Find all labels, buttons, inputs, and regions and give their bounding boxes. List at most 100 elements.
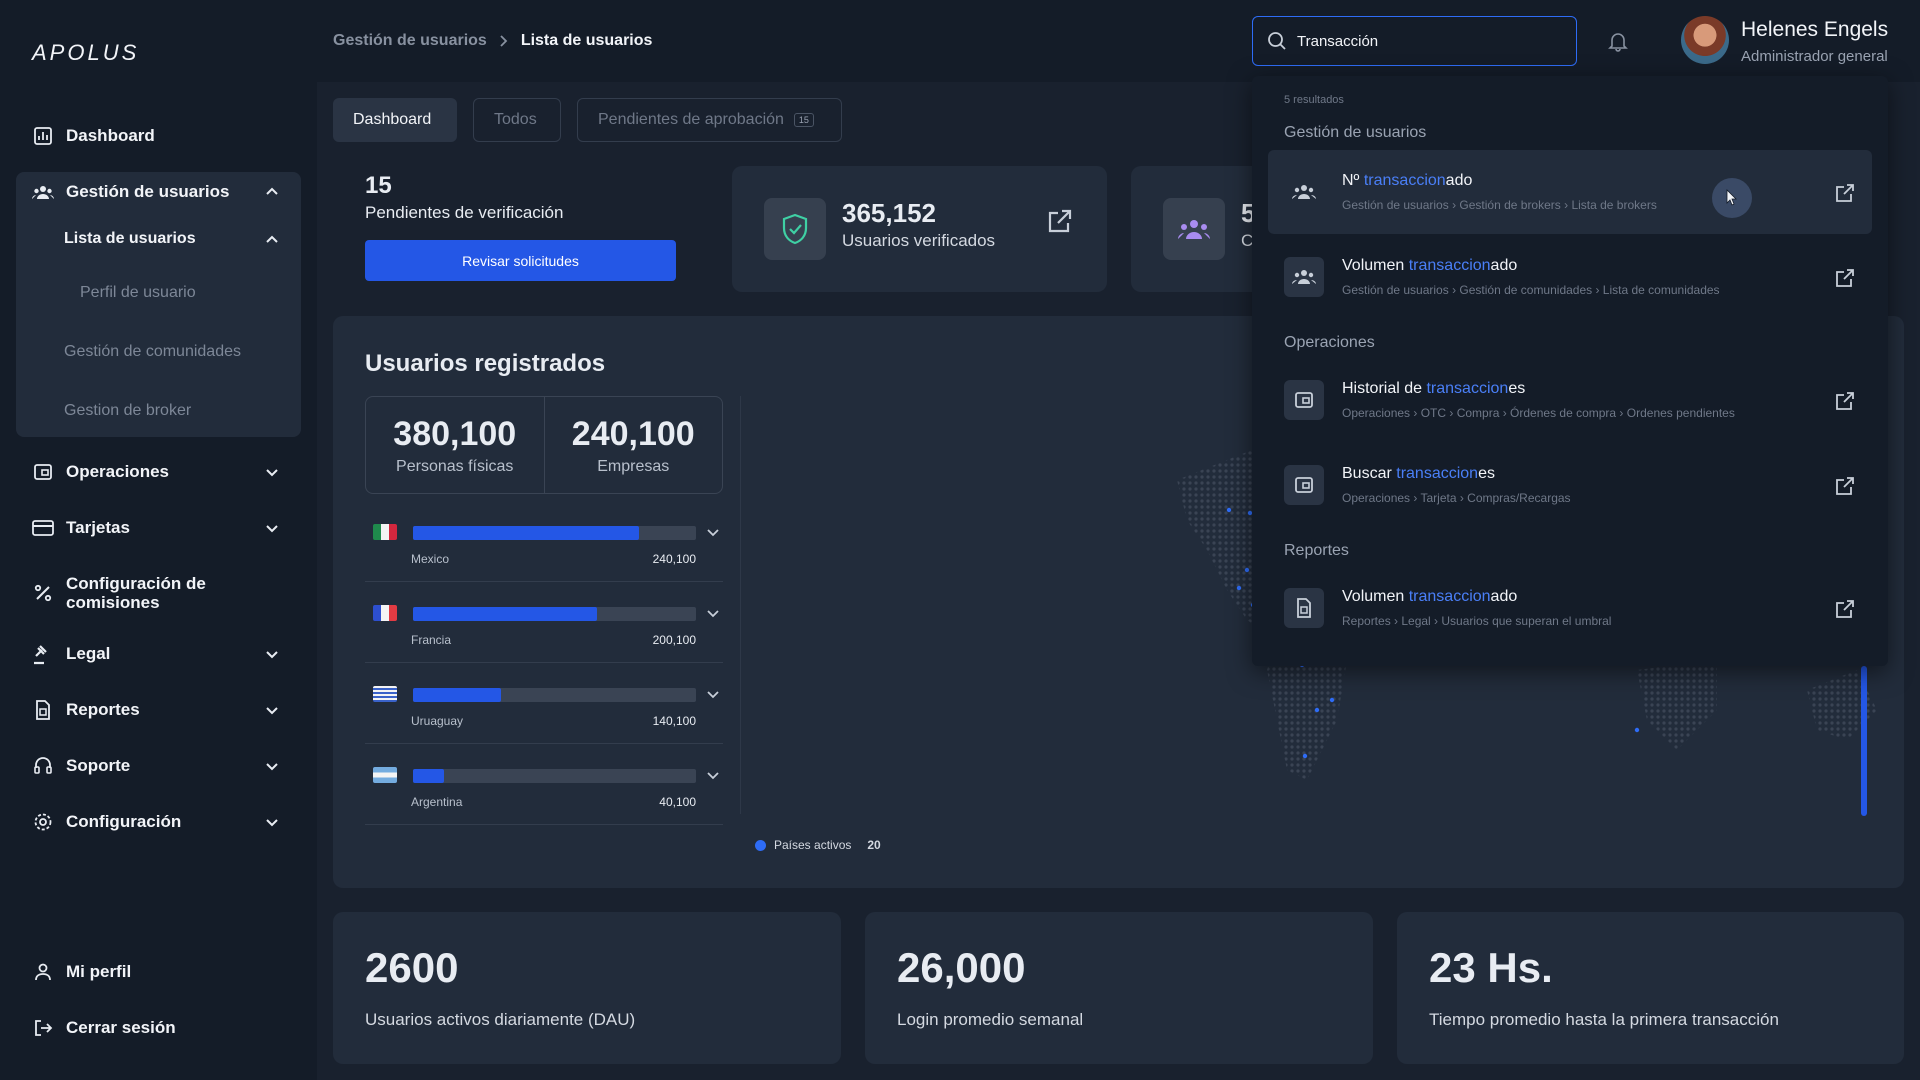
tab-todos[interactable]: Todos xyxy=(473,98,561,142)
result-path: Operaciones › Tarjeta › Compras/Recargas xyxy=(1342,491,1571,505)
chevron-up-icon[interactable] xyxy=(263,231,281,249)
chevron-down-icon[interactable] xyxy=(263,645,281,663)
country-row[interactable]: Francia 200,100 xyxy=(365,593,723,663)
sidebar-item-dashboard[interactable]: Dashboard xyxy=(16,112,301,160)
result-title-pre: Volumen xyxy=(1342,588,1409,605)
search-result-item[interactable]: Volumen transaccionado Gestión de usuari… xyxy=(1268,235,1872,319)
kpi-label: Usuarios activos diariamente (DAU) xyxy=(365,1010,636,1029)
results-section-title: Reportes xyxy=(1284,542,1349,559)
tab-pendientes[interactable]: Pendientes de aprobación 15 xyxy=(577,98,842,142)
search-box[interactable] xyxy=(1252,16,1577,66)
country-row[interactable]: Argentina 40,100 xyxy=(365,755,723,825)
sidebar-item-label: Reportes xyxy=(66,700,140,719)
sidebar-item-configuracion[interactable]: Configuración xyxy=(16,798,301,846)
search-results-dropdown: 5 resultados Gestión de usuarios Nº tran… xyxy=(1252,76,1888,666)
sidebar-sub-perfil-usuario[interactable]: Perfil de usuario xyxy=(80,284,196,302)
result-title-pre: Historial de xyxy=(1342,380,1427,397)
topbar: Gestión de usuarios Lista de usuarios He… xyxy=(317,0,1920,82)
result-title-post: ado xyxy=(1490,588,1518,605)
chevron-down-icon[interactable] xyxy=(263,813,281,831)
users-icon xyxy=(1284,172,1324,212)
flag-france-icon xyxy=(373,605,397,621)
external-link-icon[interactable] xyxy=(1834,182,1856,204)
user-role: Administrador general xyxy=(1741,48,1888,65)
app-logo[interactable]: APOLUS xyxy=(32,40,139,66)
country-row[interactable]: Uruaguay 140,100 xyxy=(365,674,723,744)
sidebar-item-logout[interactable]: Cerrar sesión xyxy=(16,1004,301,1052)
search-input[interactable] xyxy=(1297,32,1557,50)
wallet-icon xyxy=(1284,380,1324,420)
tab-dashboard[interactable]: Dashboard xyxy=(333,98,457,142)
result-title: Buscar transacciones xyxy=(1342,465,1495,483)
country-row[interactable]: Mexico 240,100 xyxy=(365,512,723,582)
gavel-icon xyxy=(32,643,54,665)
chevron-down-icon[interactable] xyxy=(705,605,721,621)
sidebar-item-soporte[interactable]: Soporte xyxy=(16,742,301,790)
chevron-up-icon[interactable] xyxy=(263,183,281,201)
search-result-item[interactable]: Buscar transacciones Operaciones › Tarje… xyxy=(1268,443,1872,527)
result-title-pre: Buscar xyxy=(1342,465,1397,482)
breadcrumb: Gestión de usuarios Lista de usuarios xyxy=(333,32,652,50)
sidebar-item-legal[interactable]: Legal xyxy=(16,630,301,678)
country-value: 40,100 xyxy=(659,795,696,809)
chevron-right-icon xyxy=(500,35,508,47)
stat-label: Usuarios verificados xyxy=(842,231,996,250)
external-link-icon[interactable] xyxy=(1834,475,1856,497)
users-icon xyxy=(32,181,54,203)
flag-uruguay-icon xyxy=(373,686,397,702)
sidebar-item-label: Tarjetas xyxy=(66,518,130,537)
chevron-down-icon[interactable] xyxy=(705,767,721,783)
external-link-icon[interactable] xyxy=(1834,598,1856,620)
sidebar-item-tarjetas[interactable]: Tarjetas xyxy=(16,504,301,552)
country-name: Mexico xyxy=(411,552,450,566)
result-title: Nº transaccionado xyxy=(1342,172,1472,190)
sidebar-sub-comunidades[interactable]: Gestión de comunidades xyxy=(64,343,241,361)
kpi-label: Tiempo promedio hasta la primera transac… xyxy=(1429,1010,1779,1029)
sidebar-item-mi-perfil[interactable]: Mi perfil xyxy=(16,948,301,996)
result-title-post: ado xyxy=(1490,257,1518,274)
sidebar-item-comisiones[interactable]: Configuración de comisiones xyxy=(16,568,301,618)
bell-icon[interactable] xyxy=(1607,30,1629,52)
country-value: 240,100 xyxy=(652,552,696,566)
chevron-down-icon[interactable] xyxy=(263,463,281,481)
total-value: 380,100 xyxy=(393,414,517,453)
result-path: Reportes › Legal › Usuarios que superan … xyxy=(1342,614,1612,628)
avatar[interactable] xyxy=(1681,16,1729,64)
sidebar-item-operaciones[interactable]: Operaciones xyxy=(16,448,301,496)
legend-value: 20 xyxy=(867,838,881,852)
scrollbar[interactable] xyxy=(1861,666,1867,816)
breadcrumb-item[interactable]: Gestión de usuarios xyxy=(333,32,487,50)
chevron-down-icon[interactable] xyxy=(263,757,281,775)
result-title-match: transaccion xyxy=(1396,465,1479,482)
percent-icon xyxy=(32,582,54,604)
country-name: Uruaguay xyxy=(411,714,464,728)
sidebar-item-gestion-usuarios[interactable]: Gestión de usuarios xyxy=(16,168,301,216)
search-result-item[interactable]: Historial de transacciones Operaciones ›… xyxy=(1268,358,1872,442)
map-legend: Países activos 20 xyxy=(755,838,881,852)
sidebar-item-label: Operaciones xyxy=(66,462,169,481)
chevron-down-icon[interactable] xyxy=(263,519,281,537)
chevron-down-icon[interactable] xyxy=(263,701,281,719)
external-link-icon[interactable] xyxy=(1834,390,1856,412)
external-link-icon[interactable] xyxy=(1834,267,1856,289)
chevron-down-icon[interactable] xyxy=(705,686,721,702)
tab-label: Pendientes de aprobación xyxy=(598,111,784,128)
sidebar: APOLUS Dashboard Gestión de usuarios Lis… xyxy=(0,0,317,1080)
sidebar-item-reportes[interactable]: Reportes xyxy=(16,686,301,734)
pending-label: Pendientes de verificación xyxy=(365,203,564,222)
tab-label: Todos xyxy=(494,111,537,128)
sidebar-item-label: Configuración xyxy=(66,812,182,831)
review-requests-button[interactable]: Revisar solicitudes xyxy=(365,240,676,281)
chevron-down-icon[interactable] xyxy=(705,524,721,540)
wallet-icon xyxy=(32,461,54,483)
results-section-title: Operaciones xyxy=(1284,334,1375,351)
sidebar-item-label: Cerrar sesión xyxy=(66,1018,176,1037)
search-icon xyxy=(1268,32,1286,50)
search-result-item[interactable]: Nº transaccionado Gestión de usuarios › … xyxy=(1268,150,1872,234)
sidebar-sub-broker[interactable]: Gestion de broker xyxy=(64,402,191,420)
search-result-item[interactable]: Volumen transaccionado Reportes › Legal … xyxy=(1268,566,1872,650)
external-link-icon[interactable] xyxy=(1046,207,1074,235)
cursor-pointer-icon xyxy=(1712,178,1752,218)
sidebar-sub-lista-usuarios[interactable]: Lista de usuarios xyxy=(64,230,196,248)
country-value: 200,100 xyxy=(652,633,696,647)
